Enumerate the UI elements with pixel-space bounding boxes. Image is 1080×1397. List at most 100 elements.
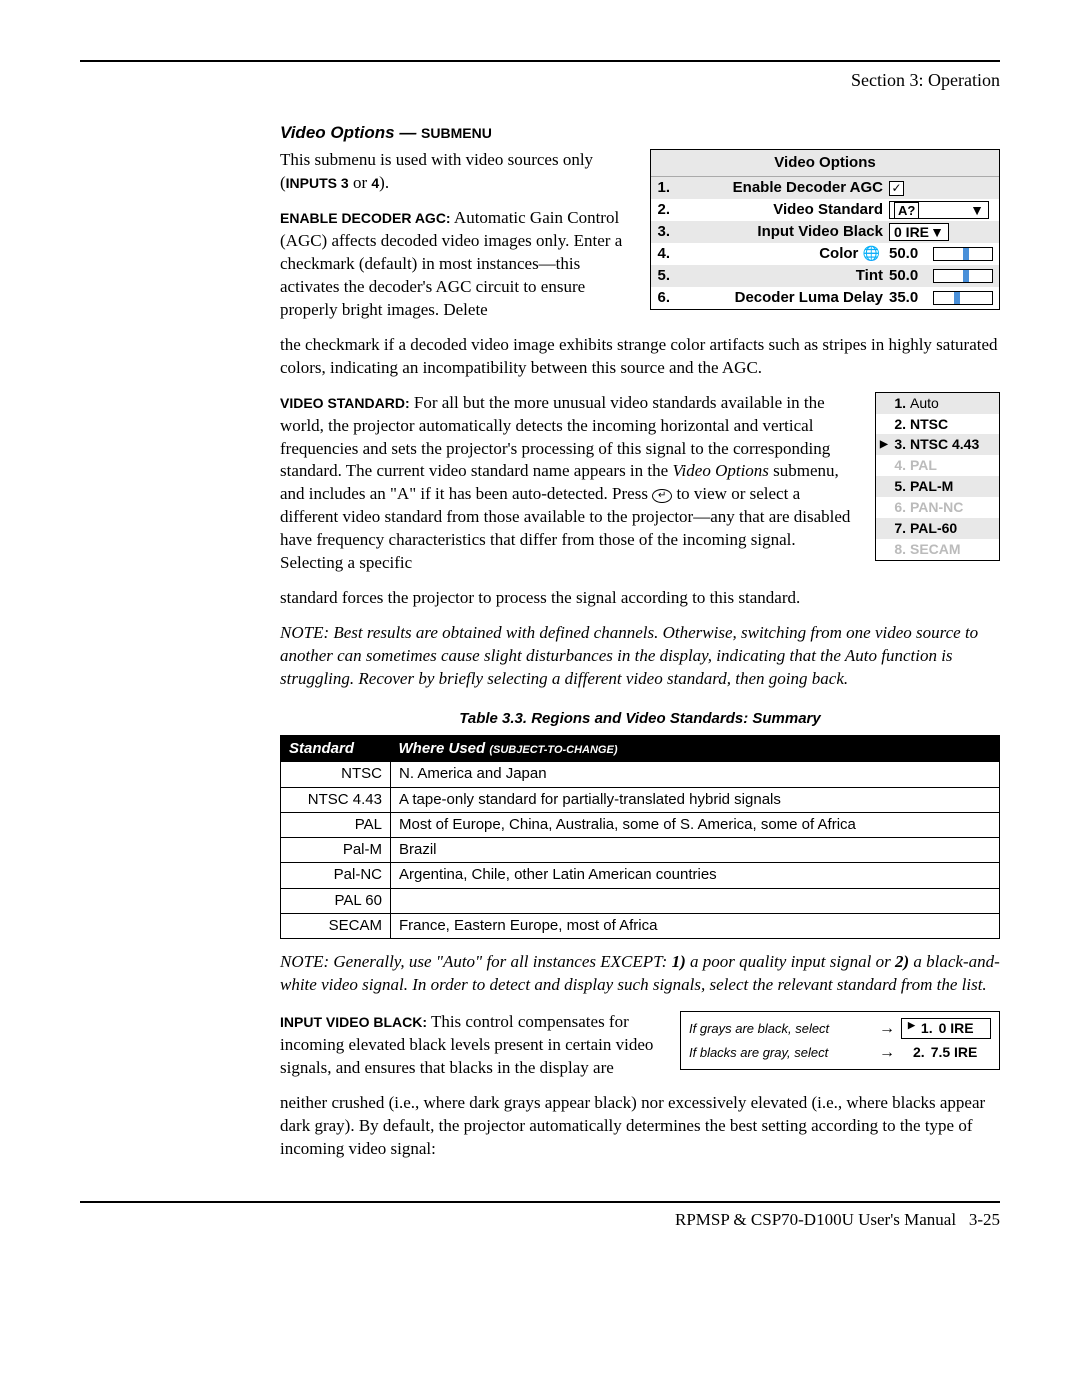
current-arrow-icon: ▶ bbox=[908, 1019, 915, 1038]
chevron-down-icon: ▼ bbox=[970, 201, 984, 220]
color-slider[interactable] bbox=[933, 247, 993, 261]
std-num: 3. bbox=[892, 435, 906, 454]
vstd-label: VIDEO STANDARD: bbox=[280, 395, 410, 411]
th-where-b: (SUBJECT-TO-CHANGE) bbox=[489, 744, 617, 756]
std-item-ntsc443[interactable]: ▶3.NTSC 4.43 bbox=[876, 434, 999, 455]
menu-num-3: 3. bbox=[651, 222, 673, 242]
header-rule bbox=[80, 60, 1000, 62]
ire-num: 2. bbox=[913, 1043, 925, 1062]
ire-row-0: If grays are black, select → ▶1.0 IRE bbox=[689, 1018, 991, 1040]
menu-row-color[interactable]: 4. Color 🌐 50.0 bbox=[651, 243, 999, 265]
intro-close: ). bbox=[379, 173, 389, 192]
std-label: PAL bbox=[910, 456, 937, 475]
menu-row-agc[interactable]: 1. Enable Decoder AGC ✓ bbox=[651, 177, 999, 199]
std-label: NTSC 4.43 bbox=[910, 435, 979, 454]
std-label: NTSC bbox=[910, 415, 948, 434]
tint-slider[interactable] bbox=[933, 269, 993, 283]
std-item-auto[interactable]: 1.Auto bbox=[876, 393, 999, 414]
note2a: NOTE: Generally, use "Auto" for all inst… bbox=[280, 952, 672, 971]
ire-num: 1. bbox=[921, 1019, 933, 1038]
th-standard: Standard bbox=[281, 736, 391, 763]
ivb-para-1: INPUT VIDEO BLACK: This control compensa… bbox=[280, 1011, 660, 1080]
video-standard-list: 1.Auto 2.NTSC ▶3.NTSC 4.43 4.PAL 5.PAL-M… bbox=[875, 392, 1000, 561]
std-num: 2. bbox=[892, 415, 906, 434]
color-val: 50.0 bbox=[889, 244, 929, 264]
std-num: 7. bbox=[892, 519, 906, 538]
enter-button-icon: ↵ bbox=[652, 489, 672, 503]
agc-para-1: ENABLE DECODER AGC: Automatic Gain Contr… bbox=[280, 207, 630, 322]
cell-where bbox=[391, 888, 1000, 913]
globe-icon: 🌐 bbox=[863, 245, 880, 261]
slider-thumb[interactable] bbox=[954, 292, 960, 304]
video-standard-dropdown[interactable]: A? ▼ bbox=[889, 201, 989, 219]
table-row: PALMost of Europe, China, Australia, som… bbox=[281, 812, 1000, 837]
menu-label-5: Tint bbox=[673, 266, 889, 286]
table-row: PAL 60 bbox=[281, 888, 1000, 913]
th-where-a: Where Used bbox=[399, 740, 490, 757]
std-label: PAL-M bbox=[910, 477, 953, 496]
tint-val: 50.0 bbox=[889, 266, 929, 286]
menu-label-6: Decoder Luma Delay bbox=[673, 288, 889, 308]
video-options-menu: Video Options 1. Enable Decoder AGC ✓ 2.… bbox=[650, 149, 1000, 310]
std-label: SECAM bbox=[910, 540, 961, 559]
ivb-val: 0 IRE bbox=[894, 223, 929, 242]
std-num: 4. bbox=[892, 456, 906, 475]
slider-thumb[interactable] bbox=[963, 270, 969, 282]
ire-selection-box: If grays are black, select → ▶1.0 IRE If… bbox=[680, 1011, 1000, 1070]
video-options-heading: Video Options — SUBMENU bbox=[280, 122, 1000, 145]
ivb-dropdown[interactable]: 0 IRE▼ bbox=[889, 223, 949, 241]
agc-checkbox[interactable]: ✓ bbox=[889, 181, 904, 196]
arrow-right-icon: → bbox=[879, 1042, 895, 1064]
intro-para: This submenu is used with video sources … bbox=[280, 149, 630, 195]
cell-std: PAL 60 bbox=[281, 888, 391, 913]
ire-row-75: If blacks are gray, select → 2.7.5 IRE bbox=[689, 1042, 991, 1064]
std-item-ntsc[interactable]: 2.NTSC bbox=[876, 414, 999, 435]
menu-num-6: 6. bbox=[651, 288, 673, 308]
menu-row-ivb[interactable]: 3. Input Video Black 0 IRE▼ bbox=[651, 221, 999, 243]
std-val: A? bbox=[894, 202, 919, 219]
cell-where: N. America and Japan bbox=[391, 762, 1000, 787]
std-item-palm[interactable]: 5.PAL-M bbox=[876, 476, 999, 497]
menu-num-4: 4. bbox=[651, 244, 673, 264]
menu-num-5: 5. bbox=[651, 266, 673, 286]
ire-text: 7.5 IRE bbox=[931, 1043, 978, 1062]
luma-slider[interactable] bbox=[933, 291, 993, 305]
std-item-secam: 8.SECAM bbox=[876, 539, 999, 560]
std-label: PAN-NC bbox=[910, 498, 963, 517]
ire-label-1: If grays are black, select bbox=[689, 1020, 873, 1038]
ire-option-0[interactable]: ▶1.0 IRE bbox=[901, 1018, 991, 1039]
std-item-pal60[interactable]: 7.PAL-60 bbox=[876, 518, 999, 539]
vstd-para-2: standard forces the projector to process… bbox=[280, 587, 1000, 610]
std-num: 5. bbox=[892, 477, 906, 496]
ire-option-75[interactable]: 2. 7.5 IRE bbox=[901, 1043, 991, 1062]
cell-std: Pal-NC bbox=[281, 863, 391, 888]
th-where: Where Used (SUBJECT-TO-CHANGE) bbox=[391, 736, 1000, 763]
heading-main: Video Options bbox=[280, 123, 395, 142]
std-label: Auto bbox=[910, 394, 939, 413]
agc-label: ENABLE DECODER AGC: bbox=[280, 210, 451, 226]
cell-std: Pal-M bbox=[281, 838, 391, 863]
slider-thumb[interactable] bbox=[963, 248, 969, 260]
menu-title: Video Options bbox=[651, 150, 999, 177]
menu-row-std[interactable]: 2. Video Standard A? ▼ bbox=[651, 199, 999, 221]
ivb-para-2: neither crushed (i.e., where dark grays … bbox=[280, 1092, 1000, 1161]
note2d: 2) bbox=[895, 952, 909, 971]
menu-num-1: 1. bbox=[651, 178, 673, 198]
menu-num-2: 2. bbox=[651, 200, 673, 220]
table-row: NTSCN. America and Japan bbox=[281, 762, 1000, 787]
cell-std: PAL bbox=[281, 812, 391, 837]
table-row: Pal-NCArgentina, Chile, other Latin Amer… bbox=[281, 863, 1000, 888]
footer-manual: RPMSP & CSP70-D100U User's Manual bbox=[675, 1210, 956, 1229]
color-label: Color bbox=[819, 245, 858, 262]
menu-label-4: Color 🌐 bbox=[673, 244, 889, 264]
heading-sub: SUBMENU bbox=[421, 125, 492, 141]
note2: NOTE: Generally, use "Auto" for all inst… bbox=[280, 951, 1000, 997]
ivb-label: INPUT VIDEO BLACK: bbox=[280, 1014, 427, 1030]
arrow-right-icon: → bbox=[879, 1018, 895, 1040]
menu-label-3: Input Video Black bbox=[673, 222, 889, 242]
intro-or: or bbox=[349, 173, 372, 192]
menu-row-tint[interactable]: 5. Tint 50.0 bbox=[651, 265, 999, 287]
menu-row-luma[interactable]: 6. Decoder Luma Delay 35.0 bbox=[651, 287, 999, 309]
menu-label-2: Video Standard bbox=[673, 200, 889, 220]
std-item-pal: 4.PAL bbox=[876, 455, 999, 476]
